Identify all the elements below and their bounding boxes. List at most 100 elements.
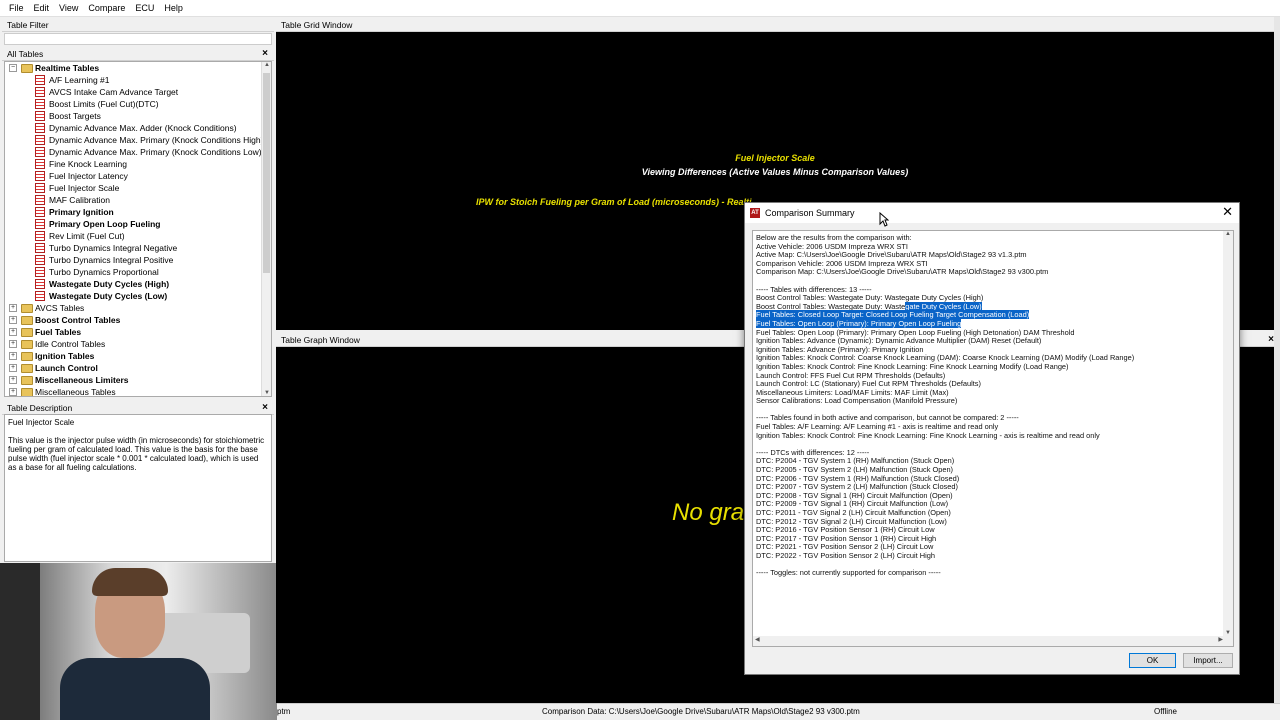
webcam-overlay xyxy=(0,563,277,720)
menu-item-compare[interactable]: Compare xyxy=(83,3,130,13)
tree-item[interactable]: MAF Calibration xyxy=(5,194,261,206)
folder-icon xyxy=(21,64,33,73)
expand-icon[interactable]: + xyxy=(9,328,17,336)
tree-folder[interactable]: + Ignition Tables xyxy=(5,350,261,362)
table-icon xyxy=(35,87,45,97)
grid-window-title: Table Grid Window xyxy=(281,20,353,30)
dialog-titlebar[interactable]: AT Comparison Summary ✕ xyxy=(745,203,1239,223)
result-line: Ignition Tables: Knock Control: Fine Kno… xyxy=(756,431,1219,441)
import-button[interactable]: Import... xyxy=(1183,653,1233,668)
expand-icon[interactable]: + xyxy=(9,388,17,396)
results-scrollbar[interactable]: ▲ ▼ xyxy=(1223,231,1233,646)
folder-icon xyxy=(21,340,33,349)
result-highlighted-text: Fuel Tables: Closed Loop Target: Closed … xyxy=(756,310,1030,320)
status-bar: ptm Comparison Data: C:\Users\Joe\Google… xyxy=(277,703,1280,720)
tree-label: Miscellaneous Limiters xyxy=(35,375,129,385)
tree-item[interactable]: Fuel Injector Latency xyxy=(5,170,261,182)
mouse-cursor-icon xyxy=(879,212,889,227)
scroll-up-icon[interactable]: ▲ xyxy=(262,62,271,68)
expand-icon[interactable]: + xyxy=(9,364,17,372)
tree-folder[interactable]: + Boost Control Tables xyxy=(5,314,261,326)
tree-item[interactable]: Turbo Dynamics Proportional xyxy=(5,266,261,278)
scroll-thumb[interactable] xyxy=(263,73,270,273)
tree-folder[interactable]: + Miscellaneous Tables xyxy=(5,386,261,396)
all-tables-header: All Tables × xyxy=(2,47,274,61)
tree-item[interactable]: Fuel Injector Scale xyxy=(5,182,261,194)
tree-item[interactable]: Boost Targets xyxy=(5,110,261,122)
scroll-down-icon[interactable]: ▼ xyxy=(262,390,271,396)
table-icon xyxy=(35,123,45,133)
tree-folder[interactable]: + Miscellaneous Limiters xyxy=(5,374,261,386)
table-icon xyxy=(35,267,45,277)
close-icon[interactable]: × xyxy=(262,48,268,59)
tree-label: Turbo Dynamics Integral Negative xyxy=(49,243,178,253)
comparison-results-textbox[interactable]: Below are the results from the compariso… xyxy=(752,230,1234,647)
result-line: Sensor Calibrations: Load Compensation (… xyxy=(756,396,1219,406)
tree-label: Idle Control Tables xyxy=(35,339,106,349)
menu-item-help[interactable]: Help xyxy=(159,3,188,13)
tree-label: AVCS Intake Cam Advance Target xyxy=(49,87,179,97)
table-icon xyxy=(35,147,45,157)
expand-icon[interactable]: + xyxy=(9,304,17,312)
tree-item[interactable]: Boost Limits (Fuel Cut)(DTC) xyxy=(5,98,261,110)
menu-item-file[interactable]: File xyxy=(4,3,29,13)
scroll-up-icon[interactable]: ▲ xyxy=(1223,231,1233,237)
graph-window-title: Table Graph Window xyxy=(281,335,360,345)
status-comparison: Comparison Data: C:\Users\Joe\Google Dri… xyxy=(542,707,860,716)
tree-label: Boost Limits (Fuel Cut)(DTC) xyxy=(49,99,159,109)
tree-folder[interactable]: + Fuel Tables xyxy=(5,326,261,338)
tree-label: Rev Limit (Fuel Cut) xyxy=(49,231,125,241)
expand-icon[interactable]: + xyxy=(9,316,17,324)
results-hscrollbar[interactable]: ◀ ▶ xyxy=(753,636,1225,646)
table-icon xyxy=(35,243,45,253)
menu-item-ecu[interactable]: ECU xyxy=(130,3,159,13)
ok-button[interactable]: OK xyxy=(1129,653,1176,668)
tree-folder[interactable]: + Idle Control Tables xyxy=(5,338,261,350)
tree-item[interactable]: Dynamic Advance Max. Adder (Knock Condit… xyxy=(5,122,261,134)
tree-item[interactable]: Primary Open Loop Fueling xyxy=(5,218,261,230)
description-text: This value is the injector pulse width (… xyxy=(8,436,265,472)
comparison-summary-dialog: AT Comparison Summary ✕ Below are the re… xyxy=(744,202,1240,675)
scroll-right-icon[interactable]: ▶ xyxy=(1218,636,1223,643)
tree-folder[interactable]: − Realtime Tables xyxy=(5,62,261,74)
all-tables-title: All Tables xyxy=(7,49,44,59)
table-icon xyxy=(35,171,45,181)
collapse-icon[interactable]: − xyxy=(9,64,17,72)
tree-item[interactable]: Fine Knock Learning xyxy=(5,158,261,170)
tree-item[interactable]: Turbo Dynamics Integral Positive xyxy=(5,254,261,266)
table-description-title: Table Description xyxy=(7,403,73,413)
table-filter-input[interactable] xyxy=(4,33,272,45)
expand-icon[interactable]: + xyxy=(9,340,17,348)
tree-item[interactable]: Wastegate Duty Cycles (High) xyxy=(5,278,261,290)
tree-item[interactable]: Turbo Dynamics Integral Negative xyxy=(5,242,261,254)
app-icon: AT xyxy=(750,208,760,218)
tree-item[interactable]: AVCS Intake Cam Advance Target xyxy=(5,86,261,98)
menu-bar: File Edit View Compare ECU Help xyxy=(0,0,1280,17)
grid-subtitle: Viewing Differences (Active Values Minus… xyxy=(641,167,909,177)
tree-item[interactable]: Primary Ignition xyxy=(5,206,261,218)
expand-icon[interactable]: + xyxy=(9,352,17,360)
table-icon xyxy=(35,207,45,217)
tree-item[interactable]: Dynamic Advance Max. Primary (Knock Cond… xyxy=(5,146,262,158)
menu-item-view[interactable]: View xyxy=(54,3,83,13)
folder-icon xyxy=(21,376,33,385)
result-text: Sensor Calibrations: Load Compensation (… xyxy=(756,396,958,406)
tree-item[interactable]: Wastegate Duty Cycles (Low) xyxy=(5,290,261,302)
close-icon[interactable]: × xyxy=(262,402,268,413)
menu-item-edit[interactable]: Edit xyxy=(29,3,55,13)
tree-label: Dynamic Advance Max. Adder (Knock Condit… xyxy=(49,123,237,133)
tree-item[interactable]: A/F Learning #1 xyxy=(5,74,261,86)
table-icon xyxy=(35,291,45,301)
tree-label: Fine Knock Learning xyxy=(49,159,127,169)
close-icon[interactable]: ✕ xyxy=(1222,205,1233,219)
tree-folder[interactable]: + Launch Control xyxy=(5,362,261,374)
folder-icon xyxy=(21,352,33,361)
tree-label: Wastegate Duty Cycles (Low) xyxy=(49,291,168,301)
tree-folder[interactable]: + AVCS Tables xyxy=(5,302,261,314)
tree-item[interactable]: Rev Limit (Fuel Cut) xyxy=(5,230,261,242)
scroll-left-icon[interactable]: ◀ xyxy=(755,636,760,643)
table-description-header: Table Description × xyxy=(2,401,274,415)
expand-icon[interactable]: + xyxy=(9,376,17,384)
tree-item[interactable]: Dynamic Advance Max. Primary (Knock Cond… xyxy=(5,134,263,146)
tree-scrollbar[interactable]: ▲ ▼ xyxy=(261,62,271,396)
